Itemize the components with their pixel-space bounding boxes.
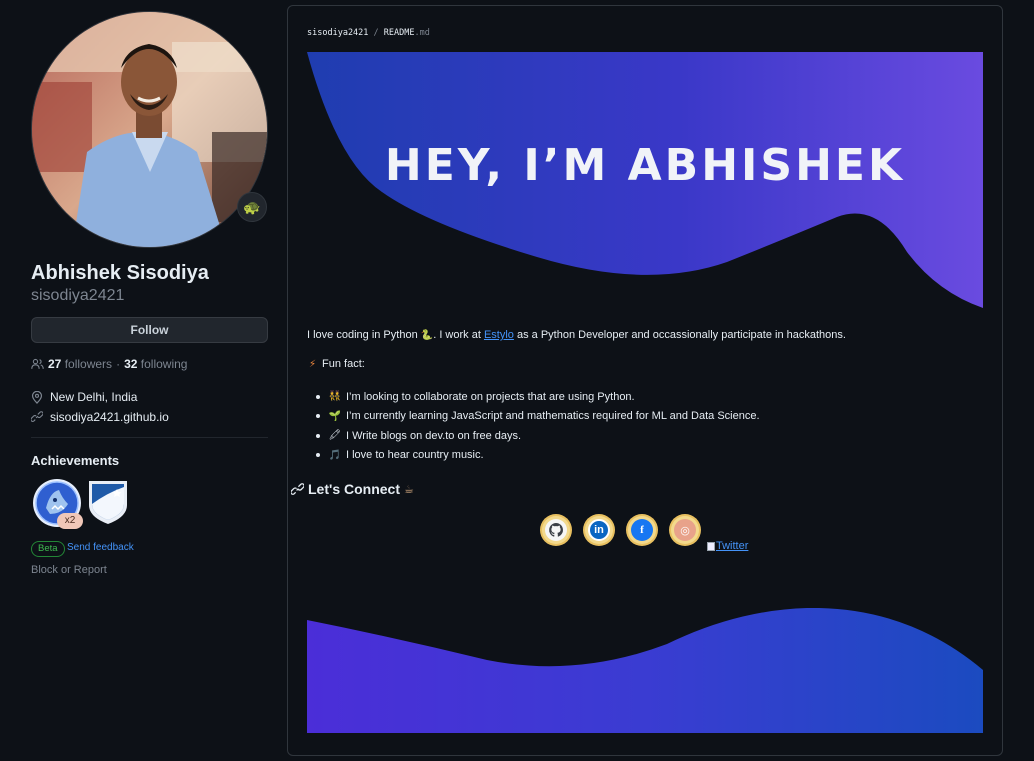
intro-paragraph: I love coding in Python 🐍. I work at Est… bbox=[307, 329, 846, 341]
link-icon bbox=[31, 411, 43, 422]
linkedin-social-link[interactable]: in bbox=[585, 516, 613, 544]
sidebar-divider bbox=[31, 437, 268, 438]
location-row: New Delhi, India bbox=[31, 390, 137, 404]
crayon-icon: 🖍 bbox=[328, 430, 342, 442]
python-icon: 🐍 bbox=[420, 330, 434, 341]
status-emoji[interactable]: 🐢 bbox=[237, 192, 267, 222]
dancers-icon: 👯 bbox=[328, 391, 342, 403]
beta-label: Beta bbox=[31, 541, 65, 557]
broken-image-icon bbox=[707, 541, 715, 551]
intro-text-mid: . I work at bbox=[433, 329, 484, 341]
music-note-icon: 🎵 bbox=[328, 449, 342, 461]
fun-fact-heading: ⚡ Fun fact: bbox=[309, 358, 365, 370]
readme-breadcrumb: sisodiya2421 / README.md bbox=[307, 28, 430, 38]
follow-stats: 27 followers · 32 following bbox=[31, 357, 187, 371]
block-report-link[interactable]: Block or Report bbox=[31, 564, 107, 576]
company-link[interactable]: Estylo bbox=[484, 329, 514, 341]
fact-text: I’m currently learning JavaScript and ma… bbox=[346, 410, 760, 423]
github-icon bbox=[545, 519, 567, 541]
profile-username: sisodiya2421 bbox=[31, 287, 125, 304]
followers-link[interactable]: 27 followers bbox=[48, 357, 112, 371]
location-pin-icon bbox=[31, 390, 43, 404]
follow-button[interactable]: Follow bbox=[31, 317, 268, 343]
list-item: 🎵 I love to hear country music. bbox=[307, 446, 760, 466]
facebook-icon: f bbox=[631, 519, 653, 541]
list-item: 🖍 I Write blogs on dev.to on free days. bbox=[307, 426, 760, 446]
website-row: sisodiya2421.github.io bbox=[31, 410, 169, 424]
breadcrumb-separator: / bbox=[373, 28, 379, 38]
breadcrumb-extension: .md bbox=[414, 28, 430, 38]
people-icon bbox=[31, 358, 44, 369]
avatar-photo bbox=[31, 11, 268, 248]
facebook-social-link[interactable]: f bbox=[628, 516, 656, 544]
fact-text: I Write blogs on dev.to on free days. bbox=[346, 429, 522, 442]
send-feedback-link[interactable]: Send feedback bbox=[67, 542, 134, 553]
link-icon[interactable] bbox=[291, 482, 304, 496]
instagram-icon: ◎ bbox=[674, 519, 696, 541]
instagram-social-link[interactable]: ◎ bbox=[671, 516, 699, 544]
profile-full-name: Abhishek Sisodiya bbox=[31, 262, 209, 284]
fact-text: I’m looking to collaborate on projects t… bbox=[346, 390, 635, 403]
intro-text-before: I love coding in Python bbox=[307, 329, 421, 341]
achievements-title: Achievements bbox=[31, 453, 120, 468]
banner-heading: HEY, I’M ABHISHEK bbox=[384, 140, 906, 191]
badge-multiplier: x2 bbox=[57, 513, 83, 529]
followers-count: 27 bbox=[48, 357, 62, 371]
website-link[interactable]: sisodiya2421.github.io bbox=[50, 410, 169, 424]
twitter-alt-text: Twitter bbox=[716, 540, 749, 552]
fun-facts-list: 👯 I’m looking to collaborate on projects … bbox=[307, 387, 760, 465]
shield-star-icon bbox=[89, 481, 127, 524]
linkedin-icon: in bbox=[588, 519, 610, 541]
starstruck-badge[interactable] bbox=[87, 479, 129, 525]
coffee-icon: ☕ bbox=[404, 483, 414, 496]
lightning-icon: ⚡ bbox=[309, 358, 317, 370]
twitter-link[interactable]: Twitter bbox=[707, 540, 748, 552]
followers-label: followers bbox=[64, 357, 113, 371]
connect-heading: Let's Connect ☕ bbox=[291, 481, 414, 497]
location-text: New Delhi, India bbox=[50, 390, 138, 404]
following-link[interactable]: 32 following bbox=[124, 357, 187, 371]
avatar[interactable]: 🐢 bbox=[31, 11, 268, 248]
stats-separator: · bbox=[116, 357, 121, 371]
readme-banner-footer bbox=[307, 608, 983, 733]
following-label: following bbox=[140, 357, 188, 371]
fun-fact-label: Fun fact: bbox=[322, 358, 365, 370]
breadcrumb-file[interactable]: README bbox=[384, 28, 415, 38]
list-item: 👯 I’m looking to collaborate on projects … bbox=[307, 387, 760, 407]
fact-text: I love to hear country music. bbox=[346, 449, 484, 462]
following-count: 32 bbox=[124, 357, 138, 371]
connect-title: Let's Connect bbox=[308, 481, 401, 497]
seedling-icon: 🌱 bbox=[328, 410, 342, 422]
list-item: 🌱 I’m currently learning JavaScript and m… bbox=[307, 407, 760, 427]
intro-text-after: as a Python Developer and occassionally … bbox=[513, 329, 846, 341]
breadcrumb-user-link[interactable]: sisodiya2421 bbox=[307, 28, 368, 38]
github-social-link[interactable] bbox=[542, 516, 570, 544]
